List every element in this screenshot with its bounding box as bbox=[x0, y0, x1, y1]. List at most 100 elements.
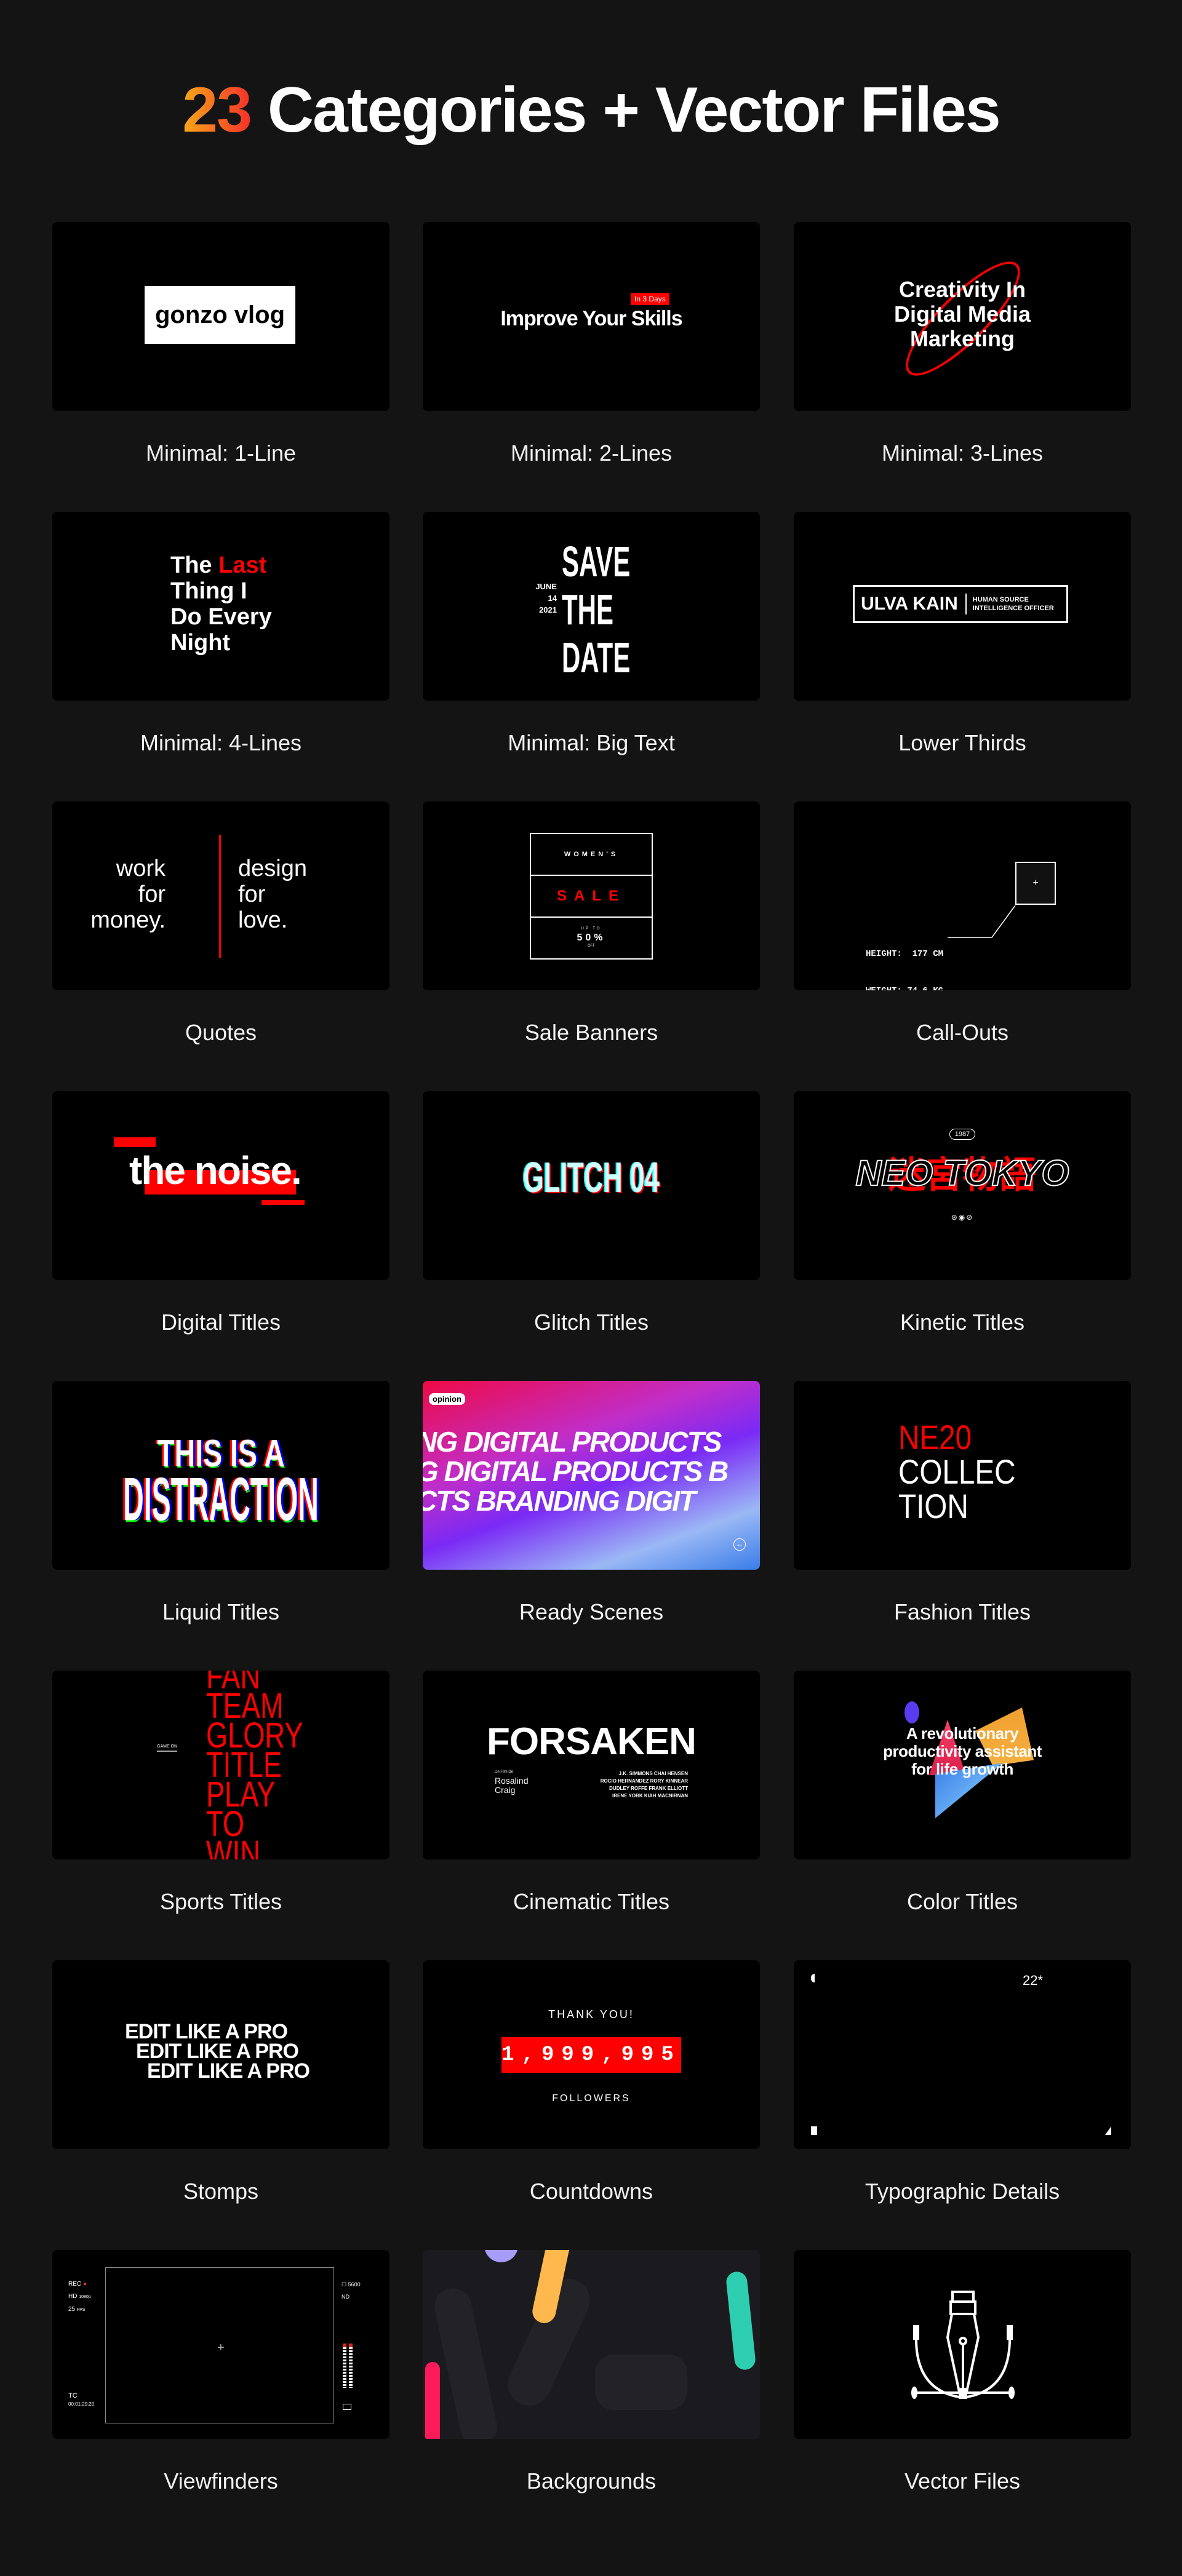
audio-meter bbox=[349, 2343, 353, 2388]
lower-third-box: ULVA KAIN HUMAN SOURCE INTELLIGENCE OFFIC… bbox=[853, 585, 1068, 623]
thumb-line: Marketing bbox=[909, 326, 1015, 351]
resolution: 1080p bbox=[79, 2295, 91, 2299]
card-sports-titles[interactable]: GAME ON FAN TEAM GLORY TITLE PLAY TO WIN bbox=[52, 1671, 389, 1859]
card-minimal-3-lines[interactable]: Creativity In Digital Media Marketing bbox=[794, 222, 1131, 411]
rec-dot-icon: ● bbox=[82, 2281, 87, 2288]
thumb-line: productivity assistant bbox=[883, 1742, 1042, 1760]
card-label: Fashion Titles bbox=[893, 1599, 1031, 1624]
card-label: Cinematic Titles bbox=[513, 1889, 670, 1914]
thumb-line: Digital Media bbox=[893, 301, 1031, 327]
card-label: Minimal: 2-Lines bbox=[510, 440, 673, 466]
bg-shape-lavender bbox=[484, 2250, 518, 2262]
card-minimal-1-line[interactable]: gonzo vlog bbox=[52, 222, 389, 411]
role-line: INTELLIGENCE OFFICER bbox=[972, 605, 1054, 612]
thumb-line: EDIT LIKE A PRO bbox=[147, 2059, 310, 2083]
card-sale-banners[interactable]: WOMEN'S SALE UP TO 50% OFF bbox=[423, 801, 760, 990]
triangle-mark bbox=[1105, 2126, 1111, 2135]
card-countdowns[interactable]: THANK YOU! 1,999,995 FOLLOWERS bbox=[423, 1960, 760, 2149]
half-circle-mark bbox=[811, 1974, 815, 1982]
bg-shape-teal bbox=[725, 2270, 757, 2371]
square-mark bbox=[811, 2126, 817, 2135]
sale-top: WOMEN'S bbox=[531, 834, 652, 876]
card-label: Stomps bbox=[183, 2179, 259, 2204]
callout-leader-line bbox=[948, 905, 1016, 938]
thumb-line: NE20 bbox=[898, 1418, 972, 1457]
card-label: Quotes bbox=[185, 1020, 257, 1045]
title-number: 23 bbox=[182, 74, 252, 146]
nd-label: ND bbox=[341, 2294, 349, 2300]
card-minimal-2-lines[interactable]: In 3 Days Improve Your Skills bbox=[423, 222, 760, 411]
divider-line bbox=[219, 835, 221, 958]
card-lower-thirds[interactable]: ULVA KAIN HUMAN SOURCE INTELLIGENCE OFFIC… bbox=[794, 512, 1131, 701]
card-label: Minimal: Big Text bbox=[508, 730, 675, 755]
card-kinetic-titles[interactable]: 1987 迷宮物語 NEO TOKYO ⊛◉⊘ bbox=[794, 1091, 1131, 1280]
sale-upto: UP TO bbox=[581, 926, 602, 931]
card-label: Color Titles bbox=[906, 1889, 1018, 1914]
card-digital-titles[interactable]: the noise. bbox=[52, 1091, 389, 1280]
card-minimal-big-text[interactable]: SAVE THE DATE JUNE 14 2021 bbox=[423, 512, 760, 701]
countdown-value: 1,999,995 bbox=[501, 2037, 681, 2073]
hd-label: HD bbox=[68, 2293, 78, 2300]
pen-tool-icon bbox=[911, 2291, 1015, 2399]
thumb-line: Night bbox=[170, 630, 231, 656]
arrow-left-icon[interactable]: ← bbox=[733, 1538, 746, 1551]
card-color-titles[interactable]: A revolutionary productivity assistant f… bbox=[794, 1671, 1131, 1859]
fps-label: FPS bbox=[76, 2308, 86, 2312]
thumb-line: DATE bbox=[562, 634, 631, 682]
thumb-line: Creativity In bbox=[898, 277, 1026, 302]
audio-meter bbox=[343, 2343, 346, 2388]
thumb-line: DISTRACTION bbox=[123, 1466, 319, 1534]
card-viewfinders[interactable]: + REC ● HD 1080p 25 FPS TC 00:01:29:20 ☐ … bbox=[52, 2250, 389, 2439]
card-ready-scenes[interactable]: opinion NG DIGITAL PRODUCTS G DIGITAL PR… bbox=[423, 1381, 760, 1570]
lower-third-name: ULVA KAIN bbox=[861, 594, 967, 614]
card-label: Kinetic Titles bbox=[900, 1310, 1025, 1335]
card-cinematic-titles[interactable]: FORSAKEN Un Film De Rosalind Craig J.K. S… bbox=[423, 1671, 760, 1859]
director-line: Craig bbox=[495, 1785, 516, 1795]
page-title: 23 Categories + Vector Files bbox=[0, 74, 1182, 147]
card-backgrounds[interactable] bbox=[423, 2250, 760, 2439]
card-vector-files[interactable] bbox=[794, 2250, 1131, 2439]
callout-line: WEIGHT: 74.6 KG bbox=[866, 985, 943, 990]
card-label: Sports Titles bbox=[159, 1889, 282, 1914]
white-balance: 5600 bbox=[348, 2281, 361, 2288]
card-label: Typographic Details bbox=[865, 2179, 1060, 2204]
card-liquid-titles[interactable]: THIS IS A DISTRACTION bbox=[52, 1381, 389, 1570]
card-call-outs[interactable]: + HEIGHT: 177 CM WEIGHT: 74.6 KG bbox=[794, 801, 1131, 990]
card-label: Backgrounds bbox=[526, 2468, 657, 2494]
card-fashion-titles[interactable]: NE20 COLLEC TION bbox=[794, 1381, 1131, 1570]
bg-shape bbox=[431, 2284, 501, 2439]
card-label: Countdowns bbox=[529, 2179, 653, 2204]
thumb-text: Improve Your Skills bbox=[500, 307, 682, 330]
thumb-line: SAVE bbox=[562, 538, 631, 586]
card-label: Sale Banners bbox=[524, 1020, 658, 1045]
card-label: Call-Outs bbox=[916, 1020, 1009, 1045]
quote-line: design bbox=[238, 856, 307, 881]
tc-label: TC bbox=[68, 2392, 78, 2399]
card-label: Viewfinders bbox=[164, 2468, 278, 2494]
sale-banner: WOMEN'S SALE UP TO 50% OFF bbox=[530, 833, 653, 960]
glitch-bar bbox=[114, 1137, 156, 1147]
card-glitch-titles[interactable]: GLITCH 04 bbox=[423, 1091, 760, 1280]
credit-line: ROCIO HERNANDEZ RORY KINNEAR bbox=[600, 1778, 688, 1784]
thumb-text: NEO TOKYO bbox=[855, 1153, 1070, 1194]
fps-value: 25 bbox=[68, 2306, 76, 2313]
card-stomps[interactable]: EDIT LIKE A PRO EDIT LIKE A PRO EDIT LIK… bbox=[52, 1960, 389, 2149]
card-label: Liquid Titles bbox=[162, 1599, 280, 1624]
countdown-top: THANK YOU! bbox=[548, 2008, 634, 2021]
card-label: Minimal: 4-Lines bbox=[140, 730, 302, 755]
rec-label: REC bbox=[68, 2281, 82, 2288]
thumb-highlight: Last bbox=[218, 552, 267, 578]
quote-line: money. bbox=[90, 907, 166, 933]
card-typographic-details[interactable]: 22* bbox=[794, 1960, 1131, 2149]
thumb-line: TION bbox=[898, 1487, 968, 1525]
sale-off: OFF bbox=[588, 944, 595, 948]
card-minimal-4-lines[interactable]: The Last Thing I Do Every Night bbox=[52, 512, 389, 701]
sale-value: 50% bbox=[577, 932, 606, 943]
quote-line: for bbox=[138, 881, 166, 907]
quote-line: love. bbox=[238, 907, 288, 933]
card-quotes[interactable]: work for money. design for love. bbox=[52, 801, 389, 990]
card-label: Ready Scenes bbox=[519, 1599, 664, 1624]
card-label: Digital Titles bbox=[161, 1310, 281, 1335]
thumb-text: GLITCH 04 bbox=[523, 1153, 660, 1201]
card-label: Minimal: 1-Line bbox=[145, 440, 297, 466]
